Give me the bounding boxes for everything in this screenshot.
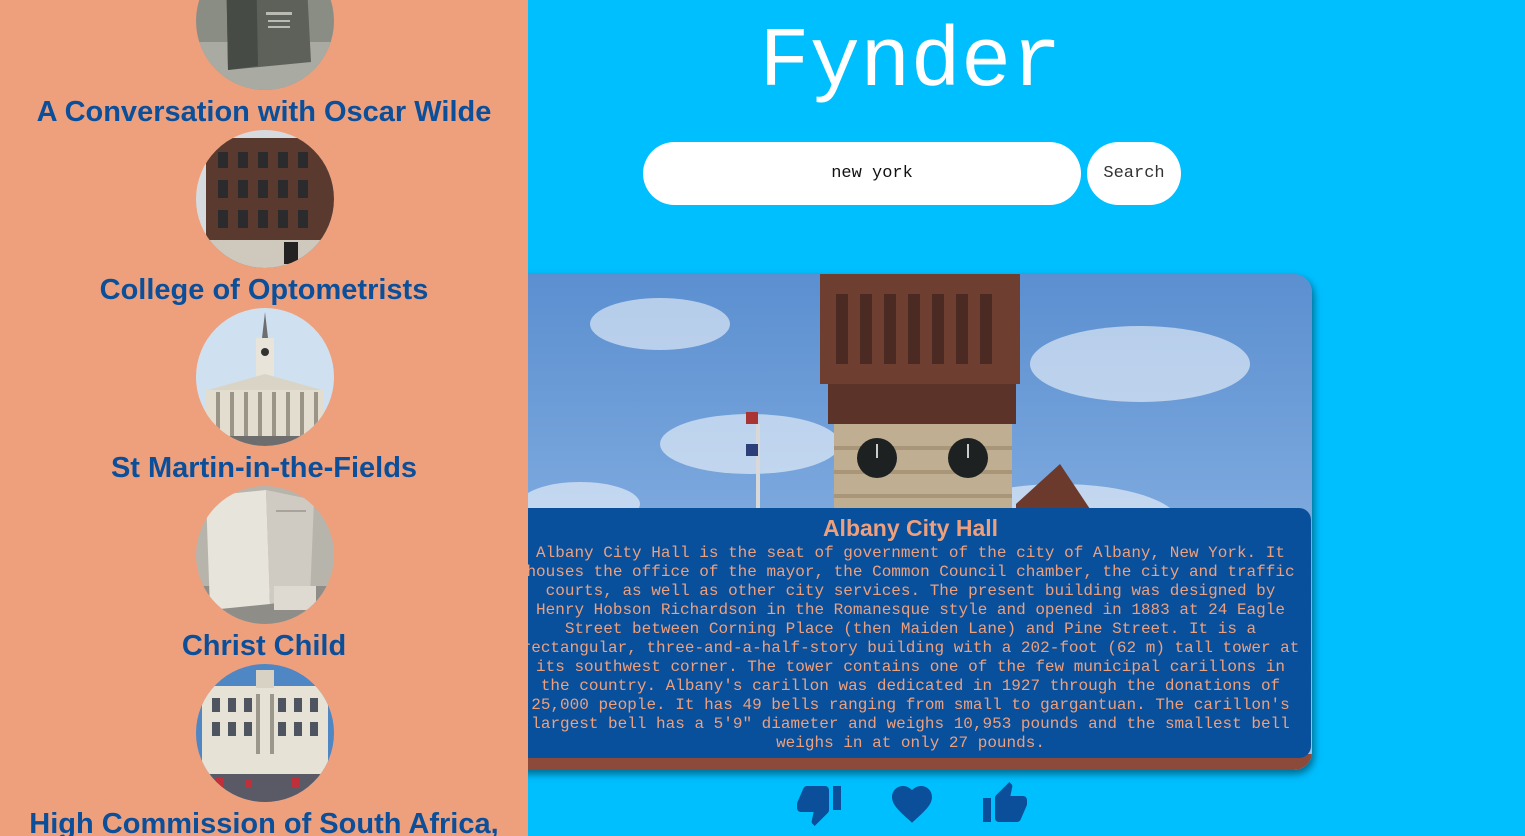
sidebar-item-label: Christ Child	[181, 630, 347, 662]
place-title: Albany City Hall	[822, 515, 999, 541]
app-title: Fynder	[759, 16, 1062, 111]
stone-block-photo	[196, 486, 334, 624]
sidebar-item-label: High Commission of South Africa,	[29, 808, 499, 836]
dislike-button[interactable]	[795, 780, 843, 828]
sidebar-item[interactable]: College of Optometrists	[0, 130, 528, 308]
search-button[interactable]: Search	[1087, 142, 1181, 205]
like-button[interactable]	[981, 780, 1029, 828]
sidebar-item-label: St Martin-in-the-Fields	[110, 452, 418, 484]
stone-monument-photo	[196, 0, 334, 90]
search-input[interactable]	[643, 142, 1081, 205]
commission-building-photo	[196, 664, 334, 802]
sidebar-item[interactable]: Christ Child	[0, 486, 528, 664]
thumbs-down-icon	[795, 780, 843, 828]
church-photo	[196, 308, 334, 446]
place-description: Albany City Hall is the seat of governme…	[521, 544, 1300, 752]
thumbs-up-icon	[981, 780, 1029, 828]
favorite-button[interactable]	[888, 780, 936, 828]
sidebar-item[interactable]: A Conversation with Oscar Wilde	[0, 0, 528, 130]
brick-building-photo	[196, 130, 334, 268]
sidebar-item-label: College of Optometrists	[99, 274, 429, 306]
sidebar-list: A Conversation with Oscar Wilde College …	[0, 0, 528, 836]
sidebar-item-label: A Conversation with Oscar Wilde	[36, 96, 492, 128]
sidebar-item[interactable]: High Commission of South Africa,	[0, 664, 528, 836]
sidebar: A Conversation with Oscar Wilde College …	[0, 0, 528, 836]
place-card: Albany City Hall Albany City Hall is the…	[420, 274, 1312, 770]
sidebar-item[interactable]: St Martin-in-the-Fields	[0, 308, 528, 486]
place-info: Albany City Hall Albany City Hall is the…	[420, 508, 1311, 758]
heart-icon	[888, 780, 936, 828]
